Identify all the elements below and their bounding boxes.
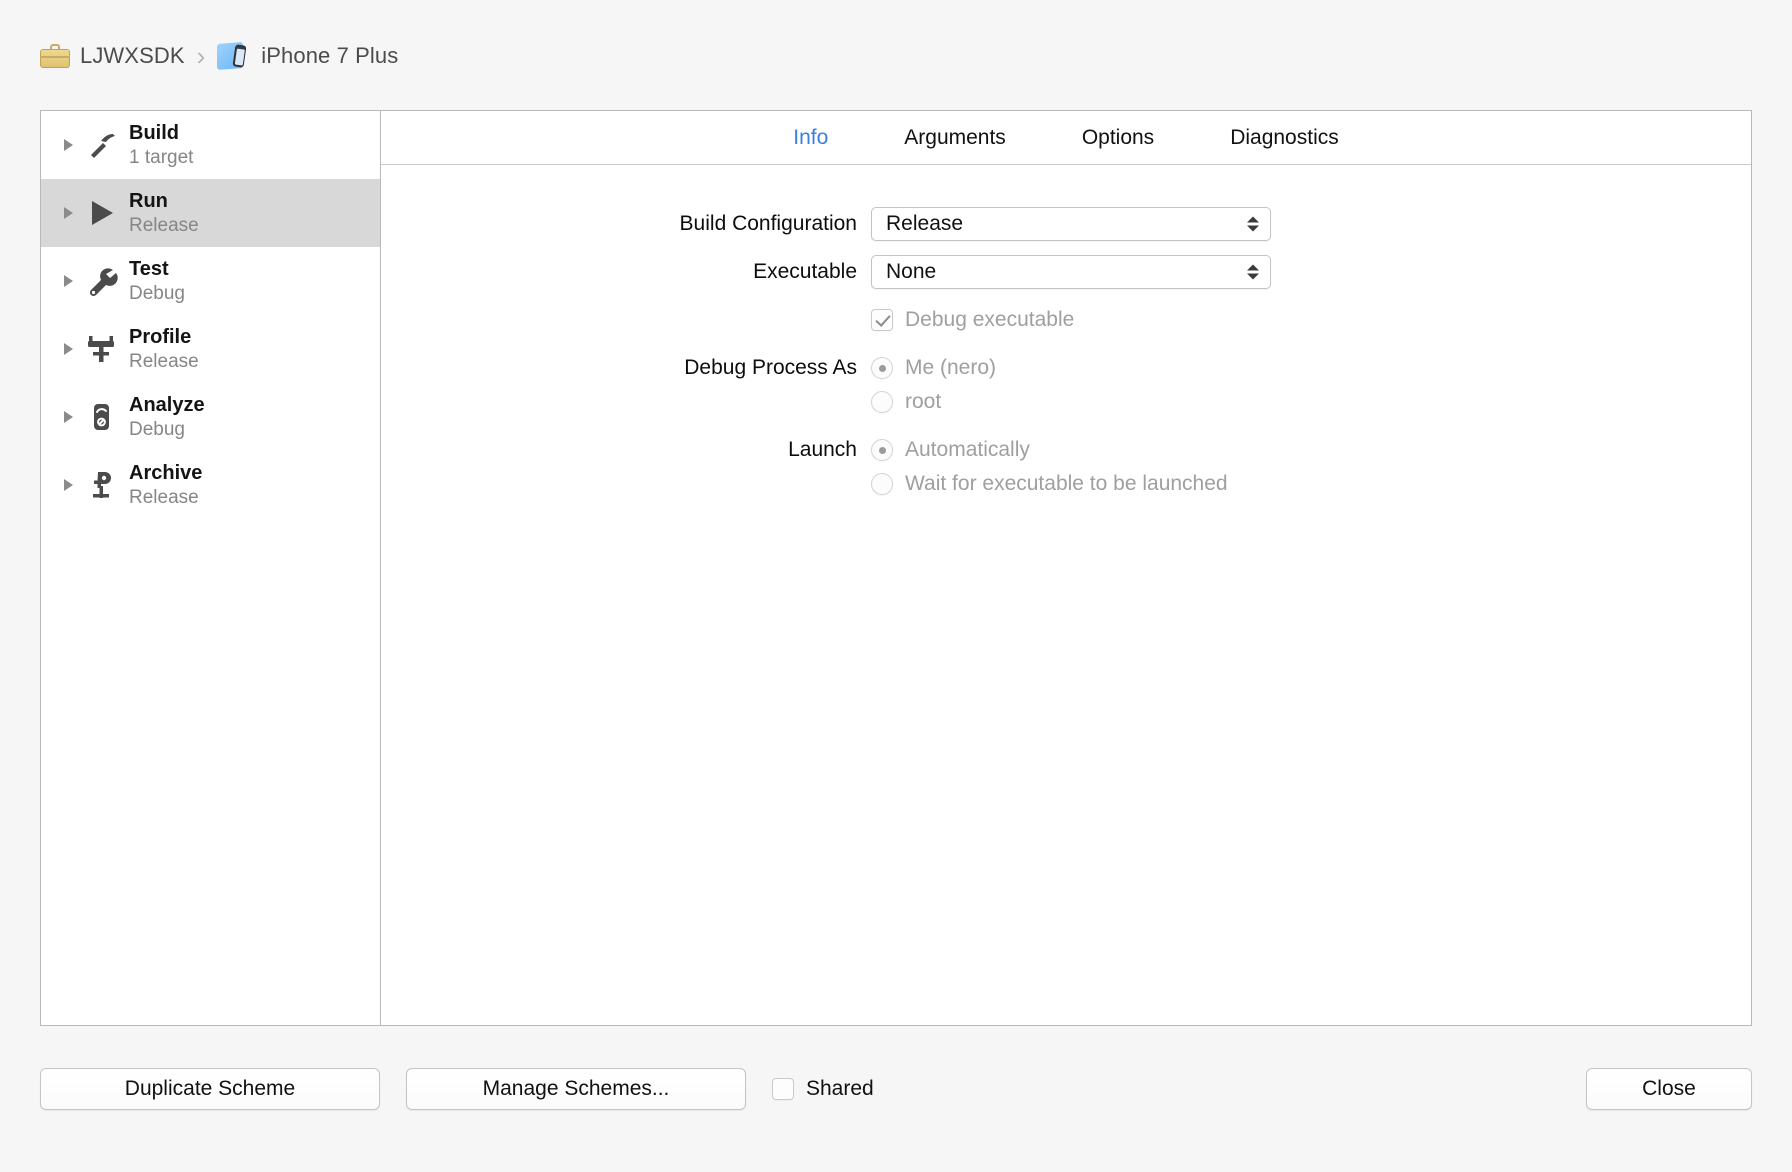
- sidebar-item-analyze[interactable]: Analyze Debug: [41, 383, 380, 451]
- executable-select[interactable]: None: [871, 255, 1271, 289]
- radio-icon: [871, 439, 893, 461]
- sidebar-item-title: Archive: [129, 461, 202, 485]
- sidebar-item-subtitle: Release: [129, 214, 199, 238]
- debug-process-as-option-me-label: Me (nero): [905, 356, 996, 380]
- chevron-updown-icon: [1247, 265, 1259, 280]
- breadcrumb-destination[interactable]: iPhone 7 Plus: [217, 43, 398, 69]
- executable-label: Executable: [381, 255, 871, 289]
- row-debug-executable: Debug executable: [381, 303, 1751, 337]
- row-debug-process-as: Debug Process As Me (nero) root: [381, 351, 1751, 419]
- debug-process-as-option-root-label: root: [905, 390, 941, 414]
- caliper-icon: [81, 329, 121, 369]
- sidebar-item-title: Profile: [129, 325, 199, 349]
- sidebar-item-title: Build: [129, 121, 193, 145]
- sidebar-item-subtitle: Debug: [129, 282, 185, 306]
- duplicate-scheme-button[interactable]: Duplicate Scheme: [40, 1068, 380, 1110]
- sidebar-item-subtitle: 1 target: [129, 146, 193, 170]
- build-configuration-select[interactable]: Release: [871, 207, 1271, 241]
- disclosure-triangle-icon[interactable]: [57, 270, 79, 292]
- sidebar-item-title: Analyze: [129, 393, 205, 417]
- tab-bar: Info Arguments Options Diagnostics: [381, 111, 1751, 165]
- build-configuration-value: Release: [886, 212, 963, 236]
- disclosure-triangle-icon[interactable]: [57, 134, 79, 156]
- breadcrumb: LJWXSDK › iPhone 7 Plus: [40, 38, 398, 74]
- debug-process-as-label: Debug Process As: [381, 351, 871, 385]
- debug-process-as-option-root[interactable]: root: [871, 385, 1751, 419]
- launch-option-wait[interactable]: Wait for executable to be launched: [871, 467, 1751, 501]
- shared-checkbox[interactable]: Shared: [772, 1068, 874, 1110]
- sidebar-item-profile[interactable]: Profile Release: [41, 315, 380, 383]
- row-launch: Launch Automatically Wait for executable…: [381, 433, 1751, 501]
- debug-executable-checkbox[interactable]: Debug executable: [871, 303, 1751, 337]
- radio-icon: [871, 473, 893, 495]
- sidebar-item-run[interactable]: Run Release: [41, 179, 380, 247]
- executable-value: None: [886, 260, 936, 284]
- radio-icon: [871, 357, 893, 379]
- manage-schemes-button[interactable]: Manage Schemes...: [406, 1068, 746, 1110]
- launch-label: Launch: [381, 433, 871, 467]
- launch-option-automatically[interactable]: Automatically: [871, 433, 1751, 467]
- row-build-configuration: Build Configuration Release: [381, 207, 1751, 241]
- tab-options[interactable]: Options: [1044, 126, 1192, 150]
- hammer-icon: [81, 125, 121, 165]
- disclosure-triangle-icon[interactable]: [57, 474, 79, 496]
- sidebar-item-subtitle: Release: [129, 486, 202, 510]
- debug-executable-label-spacer: [381, 303, 871, 337]
- launch-option-automatically-label: Automatically: [905, 438, 1030, 462]
- build-configuration-label: Build Configuration: [381, 207, 871, 241]
- sidebar-item-text: Profile Release: [129, 325, 199, 374]
- editor-panel: Build 1 target Run Release: [40, 110, 1752, 1026]
- checkbox-icon: [871, 309, 893, 331]
- breadcrumb-project[interactable]: LJWXSDK: [40, 43, 185, 69]
- debug-executable-text: Debug executable: [905, 308, 1074, 332]
- scheme-editor-window: LJWXSDK › iPhone 7 Plus Build: [0, 0, 1792, 1172]
- breadcrumb-project-label: LJWXSDK: [80, 43, 185, 69]
- detail-pane: Info Arguments Options Diagnostics Build…: [381, 111, 1751, 1025]
- clamp-icon: [81, 465, 121, 505]
- shared-label: Shared: [806, 1077, 874, 1101]
- radio-icon: [871, 391, 893, 413]
- wrench-icon: [81, 261, 121, 301]
- sidebar-item-title: Run: [129, 189, 199, 213]
- sidebar-item-text: Run Release: [129, 189, 199, 238]
- simulator-icon: [217, 43, 251, 69]
- sidebar-item-text: Build 1 target: [129, 121, 193, 170]
- disclosure-triangle-icon[interactable]: [57, 338, 79, 360]
- scheme-actions-sidebar: Build 1 target Run Release: [41, 111, 381, 1025]
- briefcase-icon: [40, 44, 70, 68]
- row-executable: Executable None: [381, 255, 1751, 289]
- sidebar-item-build[interactable]: Build 1 target: [41, 111, 380, 179]
- sidebar-item-text: Test Debug: [129, 257, 185, 306]
- sidebar-item-text: Analyze Debug: [129, 393, 205, 442]
- info-tab-form: Build Configuration Release Executable: [381, 165, 1751, 1025]
- play-icon: [81, 193, 121, 233]
- tab-diagnostics[interactable]: Diagnostics: [1192, 126, 1377, 150]
- disclosure-triangle-icon[interactable]: [57, 406, 79, 428]
- sidebar-item-title: Test: [129, 257, 185, 281]
- sidebar-item-subtitle: Release: [129, 350, 199, 374]
- tab-arguments[interactable]: Arguments: [866, 126, 1044, 150]
- tab-info[interactable]: Info: [755, 126, 866, 150]
- sidebar-item-text: Archive Release: [129, 461, 202, 510]
- analyze-icon: [81, 397, 121, 437]
- sidebar-item-test[interactable]: Test Debug: [41, 247, 380, 315]
- launch-option-wait-label: Wait for executable to be launched: [905, 472, 1228, 496]
- sidebar-item-archive[interactable]: Archive Release: [41, 451, 380, 519]
- sidebar-item-subtitle: Debug: [129, 418, 205, 442]
- breadcrumb-destination-label: iPhone 7 Plus: [261, 43, 398, 69]
- disclosure-triangle-icon[interactable]: [57, 202, 79, 224]
- close-button[interactable]: Close: [1586, 1068, 1752, 1110]
- checkbox-icon: [772, 1078, 794, 1100]
- debug-process-as-option-me[interactable]: Me (nero): [871, 351, 1751, 385]
- chevron-updown-icon: [1247, 217, 1259, 232]
- breadcrumb-separator-icon: ›: [197, 41, 206, 72]
